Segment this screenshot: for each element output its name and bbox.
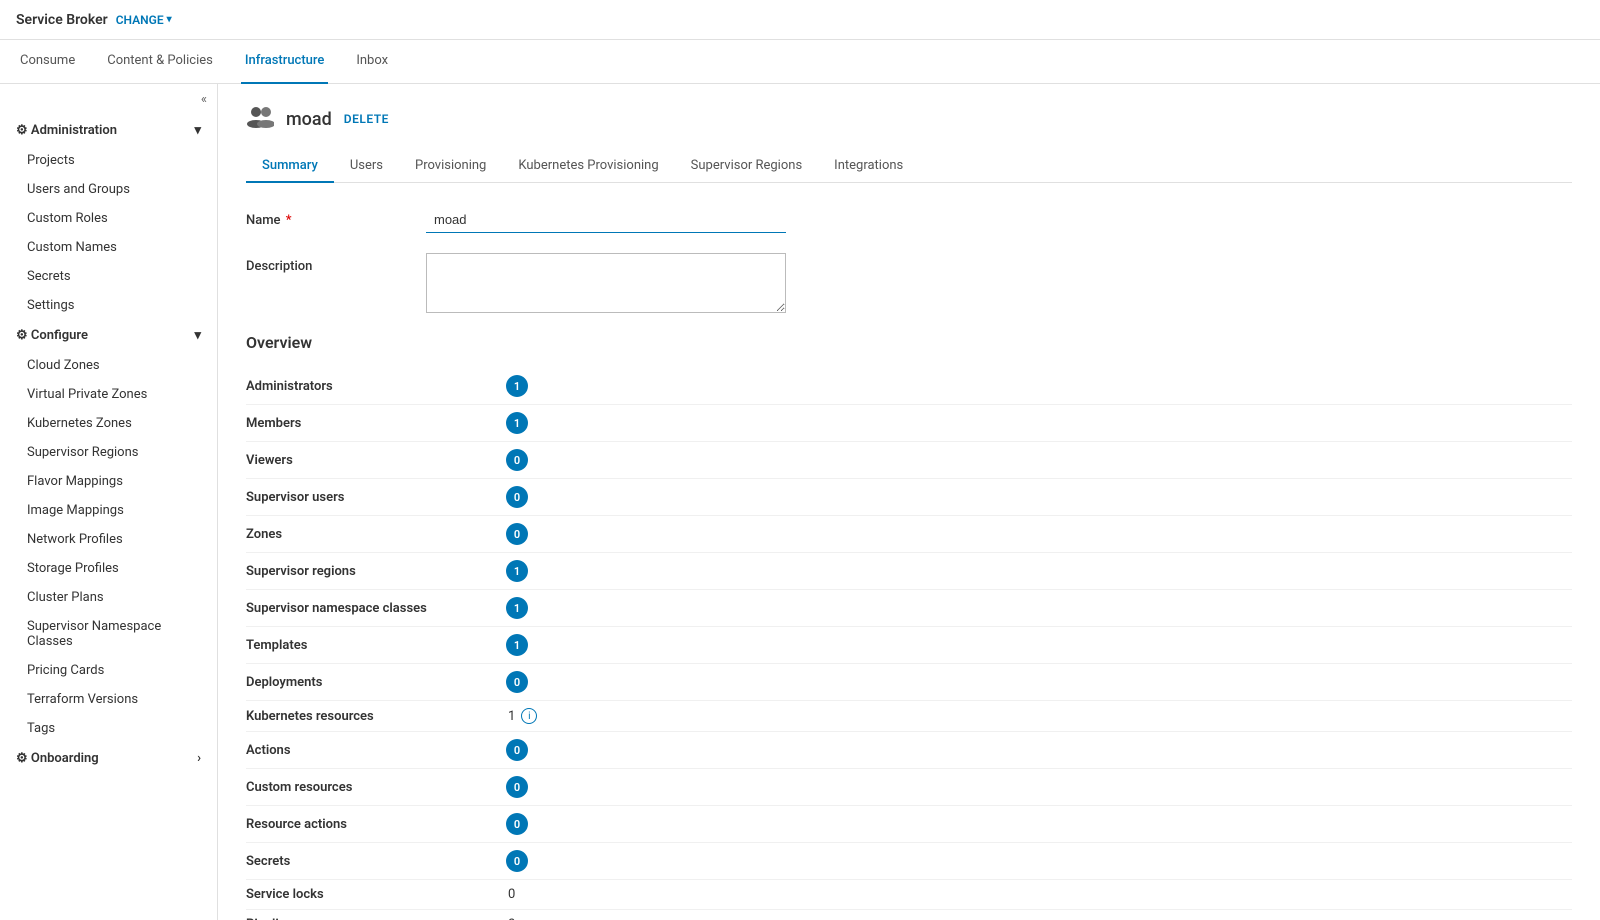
content-area: moad DELETE Summary Users Provisioning K… [218, 84, 1600, 920]
sidebar-item-supervisor-regions[interactable]: Supervisor Regions [0, 438, 217, 467]
tab-summary[interactable]: Summary [246, 150, 334, 183]
tab-infrastructure[interactable]: Infrastructure [241, 40, 329, 84]
kubernetes-resources-value: 1 [508, 709, 515, 724]
description-input[interactable] [426, 253, 786, 313]
sidebar-item-supervisor-namespace-classes[interactable]: Supervisor Namespace Classes [0, 612, 217, 656]
viewers-badge: 0 [506, 449, 528, 471]
templates-badge: 1 [506, 634, 528, 656]
brand-name: Service Broker [16, 12, 108, 28]
sidebar-item-custom-roles[interactable]: Custom Roles [0, 204, 217, 233]
sidebar-item-pricing-cards[interactable]: Pricing Cards [0, 656, 217, 685]
description-label: Description [246, 253, 426, 274]
supervisor-regions-badge: 1 [506, 560, 528, 582]
tab-kubernetes-provisioning[interactable]: Kubernetes Provisioning [502, 150, 674, 183]
sidebar-item-users-groups[interactable]: Users and Groups [0, 175, 217, 204]
tab-users[interactable]: Users [334, 150, 399, 183]
name-field-row: Name * [246, 207, 1572, 233]
tab-inbox[interactable]: Inbox [352, 40, 392, 84]
sidebar-item-network-profiles[interactable]: Network Profiles [0, 525, 217, 554]
overview-row-supervisor-namespace-classes: Supervisor namespace classes 1 [246, 590, 1572, 627]
supervisor-users-badge: 0 [506, 486, 528, 508]
supervisor-namespace-classes-badge: 1 [506, 597, 528, 619]
gear-icon: ⚙ [16, 751, 28, 766]
overview-section: Overview Administrators 1 Members 1 View… [246, 333, 1572, 920]
overview-row-deployments: Deployments 0 [246, 664, 1572, 701]
overview-row-zones: Zones 0 [246, 516, 1572, 553]
zones-badge: 0 [506, 523, 528, 545]
name-label: Name * [246, 207, 426, 228]
sidebar-section-onboarding-header[interactable]: ⚙ Onboarding › [0, 743, 217, 774]
sidebar-item-storage-profiles[interactable]: Storage Profiles [0, 554, 217, 583]
description-field-row: Description [246, 253, 1572, 313]
page-title: moad [286, 109, 332, 130]
sidebar-item-secrets[interactable]: Secrets [0, 262, 217, 291]
overview-row-service-locks: Service locks 0 [246, 880, 1572, 910]
chevron-right-icon: › [197, 751, 201, 766]
sidebar-item-cloud-zones[interactable]: Cloud Zones [0, 351, 217, 380]
overview-title: Overview [246, 333, 1572, 352]
tab-consume[interactable]: Consume [16, 40, 79, 84]
members-badge: 1 [506, 412, 528, 434]
sidebar: « ⚙ Administration ▾ Projects Users and … [0, 84, 218, 920]
nav-tabs: Consume Content & Policies Infrastructur… [0, 40, 1600, 84]
tab-supervisor-regions[interactable]: Supervisor Regions [675, 150, 818, 183]
overview-row-custom-resources: Custom resources 0 [246, 769, 1572, 806]
sidebar-item-cluster-plans[interactable]: Cluster Plans [0, 583, 217, 612]
overview-row-supervisor-users: Supervisor users 0 [246, 479, 1572, 516]
resource-actions-badge: 0 [506, 813, 528, 835]
sidebar-item-virtual-private-zones[interactable]: Virtual Private Zones [0, 380, 217, 409]
sidebar-item-kubernetes-zones[interactable]: Kubernetes Zones [0, 409, 217, 438]
custom-resources-badge: 0 [506, 776, 528, 798]
tab-provisioning[interactable]: Provisioning [399, 150, 502, 183]
sidebar-item-tags[interactable]: Tags [0, 714, 217, 743]
sidebar-section-administration: ⚙ Administration ▾ Projects Users and Gr… [0, 115, 217, 320]
overview-row-templates: Templates 1 [246, 627, 1572, 664]
overview-row-kubernetes-resources: Kubernetes resources 1 i [246, 701, 1572, 732]
sidebar-item-custom-names[interactable]: Custom Names [0, 233, 217, 262]
sidebar-item-terraform-versions[interactable]: Terraform Versions [0, 685, 217, 714]
top-bar: Service Broker CHANGE ▾ [0, 0, 1600, 40]
page-header: moad DELETE [246, 104, 1572, 134]
content-tabs: Summary Users Provisioning Kubernetes Pr… [246, 150, 1572, 183]
info-icon[interactable]: i [521, 708, 537, 724]
sidebar-item-projects[interactable]: Projects [0, 146, 217, 175]
sidebar-section-onboarding: ⚙ Onboarding › [0, 743, 217, 774]
sidebar-collapse-button[interactable]: « [0, 84, 217, 115]
tab-content-policies[interactable]: Content & Policies [103, 40, 217, 84]
sidebar-section-configure-header[interactable]: ⚙ Configure ▾ [0, 320, 217, 351]
sidebar-item-image-mappings[interactable]: Image Mappings [0, 496, 217, 525]
sidebar-section-configure: ⚙ Configure ▾ Cloud Zones Virtual Privat… [0, 320, 217, 743]
chevron-down-icon: ▾ [194, 328, 201, 343]
main-layout: « ⚙ Administration ▾ Projects Users and … [0, 84, 1600, 920]
overview-row-resource-actions: Resource actions 0 [246, 806, 1572, 843]
overview-row-actions: Actions 0 [246, 732, 1572, 769]
sidebar-section-administration-header[interactable]: ⚙ Administration ▾ [0, 115, 217, 146]
gear-icon: ⚙ [16, 328, 28, 343]
administrators-badge: 1 [506, 375, 528, 397]
overview-row-supervisor-regions: Supervisor regions 1 [246, 553, 1572, 590]
deployments-badge: 0 [506, 671, 528, 693]
service-locks-value: 0 [508, 887, 515, 902]
required-indicator: * [283, 213, 292, 228]
sidebar-item-settings[interactable]: Settings [0, 291, 217, 320]
chevron-down-icon: ▾ [194, 123, 201, 138]
overview-row-pipelines-resources: Pipelines resources 0 [246, 910, 1572, 920]
tab-integrations[interactable]: Integrations [818, 150, 919, 183]
overview-row-administrators: Administrators 1 [246, 368, 1572, 405]
chevron-down-icon: ▾ [167, 14, 172, 25]
overview-row-secrets: Secrets 0 [246, 843, 1572, 880]
secrets-badge: 0 [506, 850, 528, 872]
gear-icon: ⚙ [16, 123, 28, 138]
overview-row-viewers: Viewers 0 [246, 442, 1572, 479]
sidebar-item-flavor-mappings[interactable]: Flavor Mappings [0, 467, 217, 496]
name-input[interactable] [426, 207, 786, 233]
actions-badge: 0 [506, 739, 528, 761]
change-button[interactable]: CHANGE ▾ [116, 13, 172, 27]
overview-row-members: Members 1 [246, 405, 1572, 442]
delete-button[interactable]: DELETE [344, 112, 389, 126]
project-icon [246, 104, 274, 134]
